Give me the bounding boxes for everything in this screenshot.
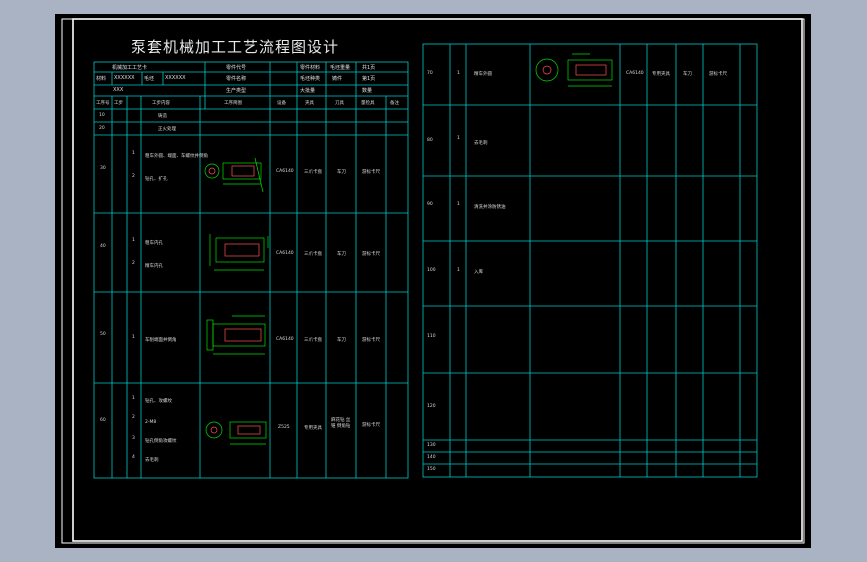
fixture: 三爪卡盘 (304, 338, 322, 343)
step-text: 精车外圆 (474, 72, 492, 77)
op-no: 100 (427, 268, 436, 273)
op-content: 铸造 (158, 114, 167, 119)
step-text: 精车内孔 (145, 264, 163, 269)
step-text: 车削端面并倒角 (145, 338, 177, 343)
header-page-total: 共1页 (362, 65, 376, 71)
step-no: 1 (132, 238, 135, 243)
op-no: 130 (427, 443, 436, 448)
right-table-lines (422, 43, 758, 478)
step-text: 去毛刺 (474, 141, 488, 146)
op-no: 120 (427, 404, 436, 409)
sketch-op40 (209, 234, 269, 271)
op-no: 30 (100, 166, 106, 171)
op-no: 50 (100, 332, 106, 337)
header-part-name: 零件名称 (226, 76, 247, 82)
col-equipment: 设备 (277, 101, 286, 106)
step-text: 入库 (474, 270, 483, 275)
step-no: 4 (132, 455, 135, 460)
header-blank-type-value: 铸件 (332, 76, 343, 82)
step-no: 1 (457, 71, 460, 76)
sketch-op70 (535, 53, 613, 87)
step-no: 3 (132, 436, 135, 441)
equipment: CA6140 (276, 337, 294, 342)
step-no: 1 (132, 151, 135, 156)
fixture: 专用夹具 (304, 426, 322, 431)
header-production-type: 生产类型 (226, 88, 247, 94)
op-content: 正火处理 (158, 127, 176, 132)
col-fixture: 夹具 (305, 101, 314, 106)
step-text: 清洗并涂防锈油 (474, 205, 506, 210)
gauge: 游标卡尺 (362, 338, 380, 343)
step-text: 粗车内孔 (145, 241, 163, 246)
sketch-op50 (206, 315, 266, 355)
header-blank-type: 毛坯种类 (300, 76, 321, 82)
col-op-no: 工序号 (96, 101, 110, 106)
col-sketch: 工序简图 (224, 101, 242, 106)
cad-viewport: 泵套机械加工工艺流程图设计 机械加工工艺卡 零件代号 零件材料 毛坯重量 共1页… (0, 0, 867, 562)
equipment: CA6140 (276, 169, 294, 174)
tool: 车刀 (337, 338, 346, 343)
op-no: 20 (99, 126, 105, 131)
gauge: 游标卡尺 (709, 72, 727, 77)
step-text: 钻孔倒角攻螺纹 (145, 439, 177, 444)
table-grid (61, 18, 805, 544)
op-no: 90 (427, 202, 433, 207)
op-no: 10 (99, 113, 105, 118)
fixture: 三爪卡盘 (304, 170, 322, 175)
tool: 车刀 (337, 170, 346, 175)
header-page-current: 第1页 (362, 76, 376, 82)
step-no: 1 (457, 136, 460, 141)
step-text: 2-M8 (145, 420, 157, 425)
gauge: 游标卡尺 (362, 423, 380, 428)
step-no: 2 (132, 415, 135, 420)
header-blank-weight: 毛坯重量 (330, 65, 351, 71)
step-text: 钻孔、攻螺纹 (145, 399, 172, 404)
header-material-label: 材料 (96, 76, 107, 82)
sketch-op30 (204, 157, 264, 193)
tool: 车刀 (337, 252, 346, 257)
step-no: 1 (457, 202, 460, 207)
col-step: 工步 (114, 101, 123, 106)
header-misc: XXX (113, 87, 124, 93)
step-no: 1 (132, 396, 135, 401)
step-no: 1 (132, 335, 135, 340)
drawing-title: 泵套机械加工工艺流程图设计 (131, 38, 340, 56)
equipment: CA6140 (626, 71, 644, 76)
header-blank-label: 毛坯 (144, 76, 155, 82)
equipment: Z525 (278, 425, 290, 430)
op-no: 140 (427, 455, 436, 460)
header-material-value: XXXXXX (114, 75, 135, 81)
step-text: 去毛刺 (145, 458, 159, 463)
col-gauge: 量检具 (361, 101, 375, 106)
header-part-material: 零件材料 (300, 65, 321, 71)
header-production-type-value: 大批量 (300, 88, 316, 94)
op-no: 110 (427, 334, 436, 339)
step-no: 2 (132, 174, 135, 179)
sketch-op60 (205, 421, 267, 445)
inner-border (72, 18, 803, 542)
gauge: 游标卡尺 (362, 252, 380, 257)
op-no: 80 (427, 138, 433, 143)
equipment: CA6140 (276, 251, 294, 256)
tool: 麻花钻 丝锥 倒角钻 (331, 418, 351, 429)
op-no: 70 (427, 71, 433, 76)
step-no: 1 (457, 268, 460, 273)
header-process-card: 机械加工工艺卡 (112, 65, 148, 71)
fixture: 三爪卡盘 (304, 252, 322, 257)
header-blank-value: XXXXXX (165, 75, 186, 81)
header-part-code: 零件代号 (226, 65, 247, 71)
op-no: 40 (100, 244, 106, 249)
op-no: 60 (100, 418, 106, 423)
fixture: 专用夹具 (652, 72, 670, 77)
step-no: 2 (132, 261, 135, 266)
header-quantity: 数量 (362, 88, 373, 94)
step-text: 粗车外圆、端面、车螺纹并倒角 (145, 154, 208, 159)
col-remark: 备注 (390, 101, 399, 106)
step-text: 钻孔、扩孔 (145, 177, 168, 182)
op-no: 150 (427, 467, 436, 472)
col-content: 工步内容 (152, 101, 170, 106)
col-tool: 刀具 (335, 101, 344, 106)
gauge: 游标卡尺 (362, 170, 380, 175)
tool: 车刀 (683, 72, 692, 77)
